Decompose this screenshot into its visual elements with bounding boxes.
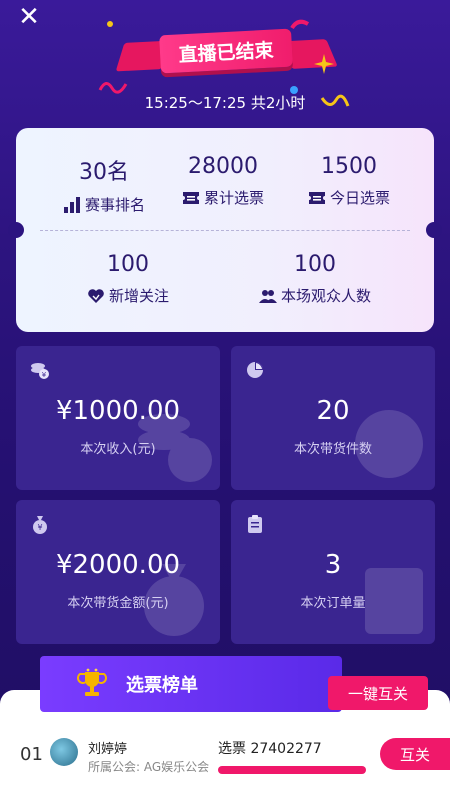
tab-vote-ranking[interactable]: 选票榜单 [40,656,342,712]
stat-label: 本场观众人数 [280,287,371,305]
tile-items-sold: 20 本次带货件数 [231,346,435,490]
stat-viewers: 100 本场观众人数 [242,252,388,306]
people-icon [258,289,277,303]
coins-icon: ¥ [31,363,49,379]
stat-value: 28000 [188,154,258,179]
live-time-range: 15:25～17:25 共2小时 [144,94,306,112]
ticket-icon [308,191,325,204]
avatar[interactable] [50,738,78,766]
tile-orders: 3 本次订单量 [231,500,435,644]
stat-value: 1500 [321,154,377,179]
tile-value: ¥2000.00 [55,550,181,580]
trophy-icon [77,668,107,696]
tile-value: 20 [316,396,350,426]
stat-label: 新增关注 [108,287,169,305]
card-notch [8,222,24,238]
tile-label: 本次收入(元) [80,442,156,457]
pie-icon [247,362,263,378]
stat-label-row: 累计选票 [168,187,278,208]
stat-label-row: 本场观众人数 [242,285,388,306]
confetti-icon [290,19,310,30]
sparkle-icon [314,54,334,74]
stat-label: 累计选票 [203,189,264,207]
ticket-icon [182,191,199,204]
tile-value: 3 [324,550,342,580]
vote-progress-bar [218,766,366,774]
svg-text:¥: ¥ [37,523,42,532]
tile-label: 本次订单量 [300,596,366,611]
user-name: 刘婷婷 [88,742,128,757]
card-notch [426,222,442,238]
divider [40,230,410,231]
stat-label: 今日选票 [329,189,390,207]
stats-card: 30名 赛事排名 28000 累计选票 1500 今日选票 100 新增关注 1… [8,128,442,332]
banner-title: 直播已结束 [159,28,293,74]
stat-label-row: 新增关注 [68,285,188,306]
tile-value: ¥1000.00 [55,396,181,426]
stat-label-row: 赛事排名 [44,194,164,215]
tab-label: 选票榜单 [126,675,198,696]
dot-icon [107,21,113,27]
tile-label: 本次带货件数 [293,442,372,457]
list-item: 01 刘婷婷 所属公会: AG娱乐公会 选票 27402277 互关 [0,730,450,780]
clipboard-icon [248,515,262,533]
follow-back-button[interactable]: 互关 [380,738,450,770]
stat-today-votes: 1500 今日选票 [294,154,404,208]
stat-rank: 30名 赛事排名 [44,154,164,215]
bar-chart-icon [63,196,80,213]
stat-label: 赛事排名 [84,196,145,214]
vote-count: 选票 27402277 [218,741,322,757]
guild-name: 所属公会: AG娱乐公会 [88,760,210,774]
follow-all-button[interactable]: 一键互关 [328,676,428,710]
heart-icon [88,288,104,303]
stat-value: 100 [107,252,149,277]
stat-total-votes: 28000 累计选票 [168,154,278,208]
svg-text:¥: ¥ [42,371,47,379]
rank-index: 01 [20,744,43,765]
stat-value: 100 [294,252,336,277]
stat-label-row: 今日选票 [294,187,404,208]
tile-sales-amount: ¥ ¥2000.00 本次带货金额(元) [16,500,220,644]
tile-label: 本次带货金额(元) [67,596,169,611]
tile-income: ¥ ¥1000.00 本次收入(元) [16,346,220,490]
money-bag-icon: ¥ [33,516,47,534]
stat-new-follows: 100 新增关注 [68,252,188,306]
stat-value: 30名 [79,160,129,185]
